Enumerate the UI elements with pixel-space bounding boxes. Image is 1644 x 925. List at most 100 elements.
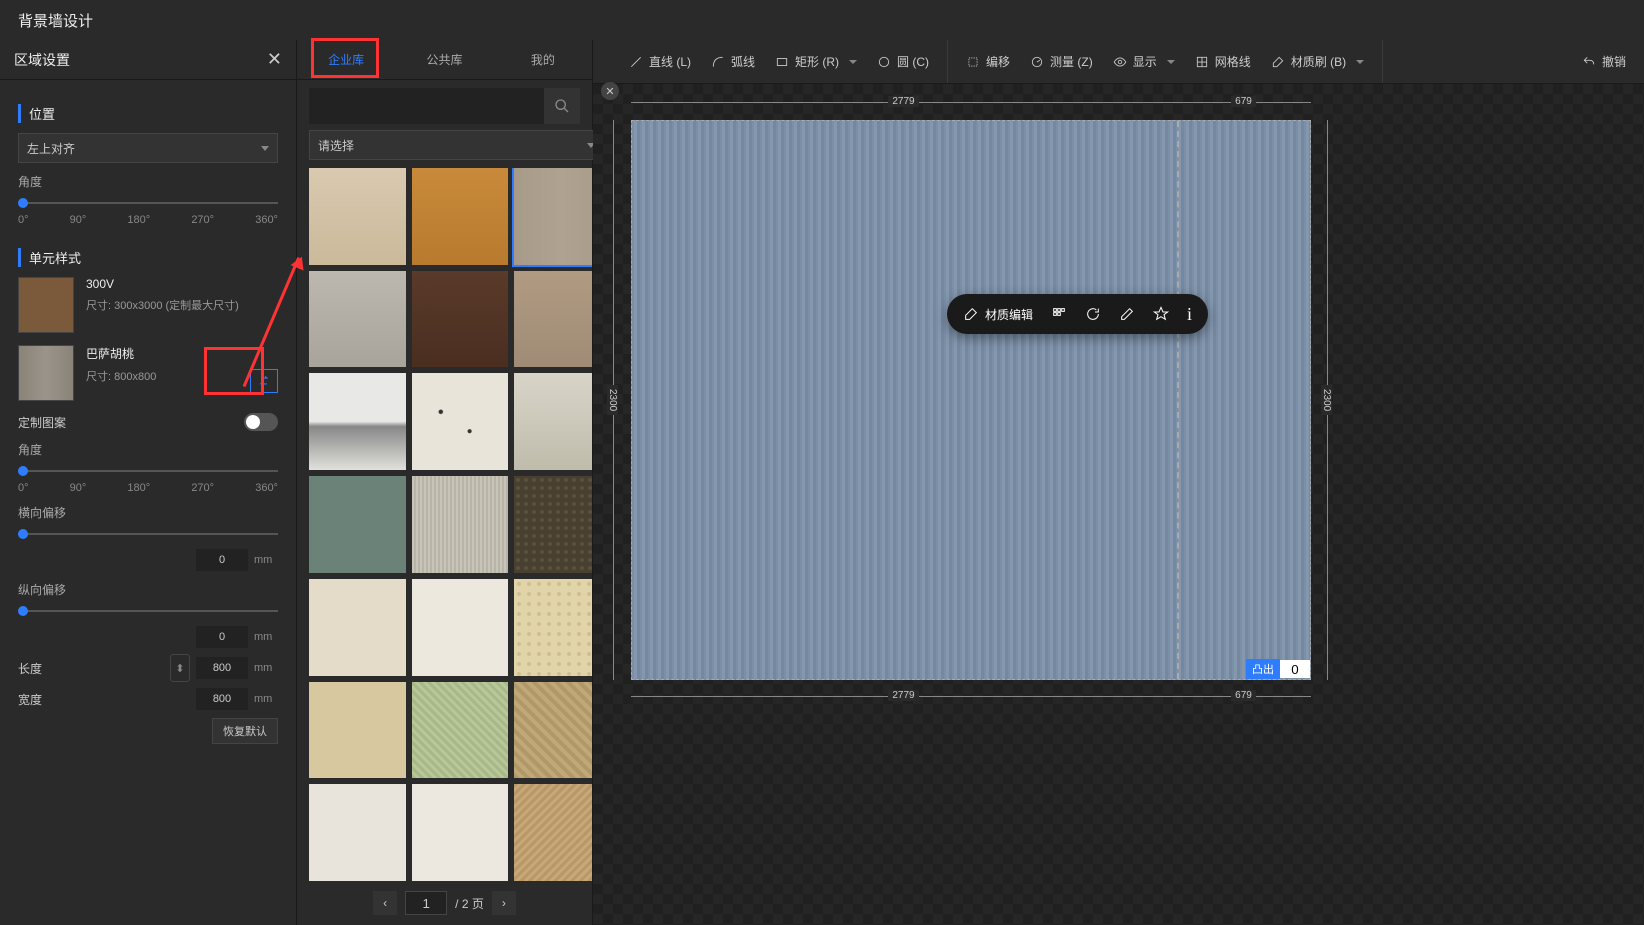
tool-measure[interactable]: 测量 (Z) [1030,53,1093,70]
material-panel: 企业库 公共库 我的 请选择 ✓ [297,40,593,925]
angle2-ticks: 0°90°180°270°360° [18,482,278,494]
h-offset-input[interactable] [196,549,248,571]
page-total: / 2 页 [455,895,484,912]
angle-label: 角度 [18,173,278,190]
unit-item-1[interactable]: 巴萨胡桃 尺寸: 800x800 [18,345,278,401]
unit-name: 300V [86,277,278,291]
tool-brush[interactable]: 材质刷 (B) [1271,53,1364,70]
unit-item-0[interactable]: 300V 尺寸: 300x3000 (定制最大尺寸) [18,277,278,333]
tool-circle[interactable]: 圆 (C) [877,53,929,70]
material-item[interactable] [309,168,406,265]
material-item[interactable]: ✓ [514,168,592,265]
unit-thumb [18,277,74,333]
align-select[interactable]: 左上对齐 [18,133,278,163]
dimension-label: 679 [1231,96,1256,107]
bulge-control[interactable]: 凸出 [1246,659,1310,679]
tool-grid[interactable]: 网格线 [1195,53,1251,70]
material-item[interactable] [514,579,592,676]
dimension-label: 2779 [888,690,918,701]
link-icon[interactable]: ⬍ [170,654,190,682]
unit-mm: mm [254,554,278,566]
page-next[interactable]: › [492,891,516,915]
tool-undo[interactable]: 撤销 [1582,53,1626,70]
tool-line[interactable]: 直线 (L) [629,53,691,70]
v-offset-label: 纵向偏移 [18,581,278,598]
material-item[interactable] [514,784,592,881]
material-item[interactable] [514,373,592,470]
float-rotate-icon[interactable] [1085,306,1101,322]
width-input[interactable] [196,688,248,710]
dimension-label: 679 [1231,690,1256,701]
float-align-icon[interactable] [1051,306,1067,322]
v-offset-slider[interactable] [18,602,278,620]
section-unit: 单元样式 [18,248,278,267]
material-item[interactable] [309,579,406,676]
canvas[interactable]: 2779 679 2779 679 2300 2300 凸出 [593,84,1644,925]
material-item[interactable] [309,373,406,470]
panel-title: 区域设置 [14,50,70,70]
float-edit-material[interactable]: 材质编辑 [963,306,1033,323]
material-item[interactable] [514,271,592,368]
section-position: 位置 [18,104,278,123]
tool-edit[interactable]: 编移 [966,53,1010,70]
length-input[interactable] [196,657,248,679]
material-item[interactable] [412,476,509,573]
floating-toolbar: 材质编辑 i [947,294,1208,334]
unit-dim: 尺寸: 300x3000 (定制最大尺寸) [86,297,278,313]
material-item[interactable] [514,476,592,573]
material-item[interactable] [412,168,509,265]
canvas-area: ✕ 直线 (L) 弧线 矩形 (R) 圆 (C) 编移 测量 (Z) 显示 网格… [593,40,1644,925]
float-info-icon[interactable]: i [1187,304,1192,325]
custom-pattern-label: 定制图案 [18,414,66,431]
unit-name: 巴萨胡桃 [86,345,278,362]
dimension-label: 2300 [607,385,618,415]
tool-rect[interactable]: 矩形 (R) [775,53,857,70]
float-erase-icon[interactable] [1119,306,1135,322]
category-select[interactable]: 请选择 [309,130,604,160]
tool-display[interactable]: 显示 [1113,53,1175,70]
close-tab-icon[interactable]: ✕ [601,82,619,100]
h-offset-label: 横向偏移 [18,504,278,521]
material-item[interactable] [412,373,509,470]
wall-divider [1177,121,1179,679]
material-item[interactable] [412,682,509,779]
angle2-label: 角度 [18,441,278,458]
unit-thumb [18,345,74,401]
page-input[interactable] [405,891,447,915]
custom-pattern-toggle[interactable] [244,413,278,431]
tab-public[interactable]: 公共库 [395,40,493,79]
dimension-label: 2300 [1321,385,1332,415]
app-title: 背景墙设计 [18,10,93,31]
page-prev[interactable]: ‹ [373,891,397,915]
angle2-slider[interactable] [18,462,278,480]
tool-arc[interactable]: 弧线 [711,53,755,70]
swap-button[interactable] [250,369,278,393]
bulge-input[interactable] [1280,660,1310,678]
toolbar: 直线 (L) 弧线 矩形 (R) 圆 (C) 编移 测量 (Z) 显示 网格线 … [593,40,1644,84]
material-item[interactable] [514,682,592,779]
material-item[interactable] [412,271,509,368]
float-star-icon[interactable] [1153,306,1169,322]
dimension-label: 2779 [888,96,918,107]
width-label: 宽度 [18,691,42,708]
v-offset-input[interactable] [196,626,248,648]
material-item[interactable] [309,682,406,779]
search-button[interactable] [544,88,580,124]
restore-button[interactable]: 恢复默认 [212,718,278,744]
tab-enterprise[interactable]: 企业库 [297,40,395,79]
material-item[interactable] [412,784,509,881]
material-item[interactable] [412,579,509,676]
bulge-label: 凸出 [1246,659,1280,679]
material-grid: ✓ [297,168,592,881]
material-item[interactable] [309,784,406,881]
wall-surface[interactable]: 凸出 [631,120,1311,680]
angle-slider[interactable] [18,194,278,212]
search-input[interactable] [309,99,544,113]
angle-ticks: 0°90°180°270°360° [18,214,278,226]
material-item[interactable] [309,476,406,573]
tab-mine[interactable]: 我的 [494,40,592,79]
h-offset-slider[interactable] [18,525,278,543]
close-icon[interactable]: ✕ [267,49,282,70]
left-panel: 区域设置 ✕ 位置 左上对齐 角度 0°90°180°270°360° 单元样式… [0,40,297,925]
material-item[interactable] [309,271,406,368]
